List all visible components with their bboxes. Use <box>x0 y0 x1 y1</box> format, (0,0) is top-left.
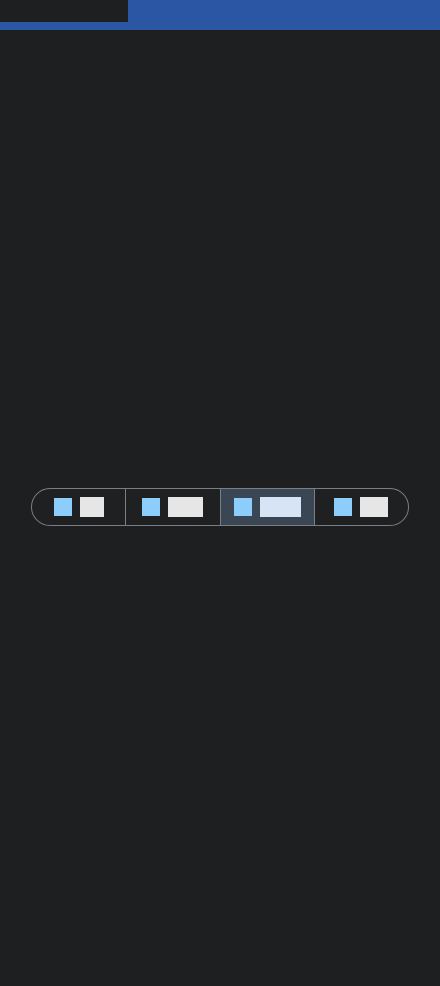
segment-1[interactable] <box>32 489 127 525</box>
square-icon <box>142 498 161 516</box>
square-icon <box>53 498 72 516</box>
segment-label <box>259 497 301 517</box>
top-bar <box>0 0 440 30</box>
square-icon <box>233 498 252 516</box>
square-icon <box>334 498 353 516</box>
segmented-control <box>31 488 409 526</box>
segment-label <box>360 497 389 517</box>
segment-label <box>168 497 204 517</box>
segment-label <box>79 497 104 517</box>
top-tab[interactable] <box>0 0 128 22</box>
app-page <box>0 0 440 986</box>
segment-3[interactable] <box>220 489 315 525</box>
segment-2[interactable] <box>126 489 221 525</box>
segment-4[interactable] <box>315 489 408 525</box>
